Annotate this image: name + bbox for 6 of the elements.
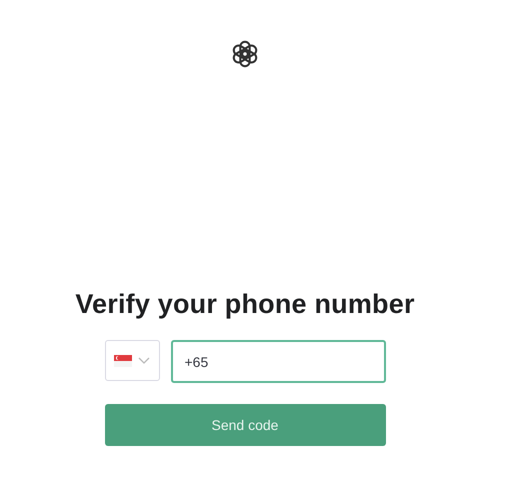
country-select[interactable] [104,340,160,381]
page-title: Verify your phone number [75,289,415,320]
flag-icon [114,354,132,366]
phone-input[interactable]: +65 [170,340,386,383]
chevron-down-icon [138,357,150,364]
logo-icon [230,39,260,69]
